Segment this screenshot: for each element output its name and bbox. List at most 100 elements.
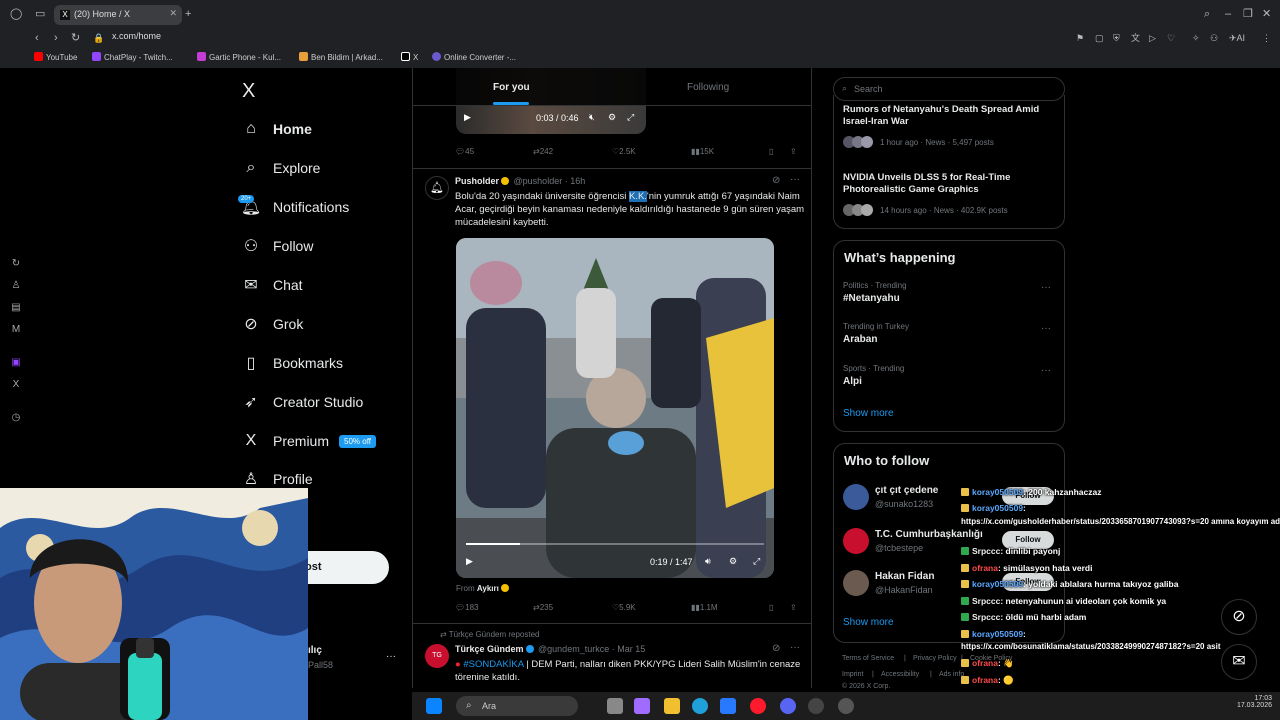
bookmark-gartic[interactable]: Gartic Phone - Kul... [197,52,281,62]
extensions-icon[interactable]: ✧ [1192,31,1200,45]
nav-premium[interactable]: X Premium 50% off [240,427,376,455]
account-icon[interactable]: ⚇ [1210,31,1218,45]
opera-icon[interactable] [750,698,766,714]
more-icon[interactable]: ··· [1041,282,1051,293]
nav-grok[interactable]: ⊘ Grok [240,310,303,338]
messages-fab-button[interactable]: ✉ [1221,644,1257,680]
taskbar-search[interactable]: ⌕ Ara [456,696,578,716]
trend-name[interactable]: #Netanyahu [843,293,900,304]
edge-icon[interactable] [692,698,708,714]
steam-icon[interactable] [838,698,854,714]
tweet-time[interactable]: · Mar 15 [612,644,646,654]
obs-icon[interactable] [808,698,824,714]
file-explorer-icon[interactable] [664,698,680,714]
trend-name[interactable]: Alpi [843,376,862,387]
repost-button[interactable]: ⇄ 242 [533,147,553,156]
author-name[interactable]: Türkçe Gündem [455,644,524,654]
settings-icon[interactable]: ⚙ [608,112,616,123]
nav-bookmarks[interactable]: ▯ Bookmarks [240,349,343,377]
avatar[interactable] [843,528,869,554]
back-icon[interactable]: ‹ [35,31,39,45]
hashtag-link[interactable]: #SONDAKİKA [463,659,523,670]
bookmark-benbildim[interactable]: Ben Bildim | Arkad... [299,52,383,62]
like-button[interactable]: ♡ 5.9K [612,603,636,612]
avatar[interactable] [843,484,869,510]
twitch-icon[interactable]: ▣ [10,357,22,369]
tab-for-you[interactable]: For you [493,82,530,93]
grok-fab-button[interactable]: ⊘ [1221,599,1257,635]
clock[interactable]: 17:03 17.03.2026 [1237,695,1272,709]
like-button[interactable]: ♡ 2.5K [612,147,636,156]
author-handle[interactable]: @pusholder [514,176,563,186]
share-icon[interactable]: ⇪ [790,603,797,612]
trend-name[interactable]: Araban [843,334,877,345]
nav-follow[interactable]: ⚇ Follow [240,232,314,260]
x-logo-icon[interactable]: X [10,379,22,391]
nav-home[interactable]: ⌂ Home [240,115,312,143]
play-icon[interactable]: ▶ [464,112,471,123]
fullscreen-icon[interactable]: ⤢ [753,556,760,567]
task-view-icon[interactable] [607,698,623,714]
pinboard-icon[interactable]: ▤ [10,302,22,314]
footer-link[interactable]: Terms of Service [842,655,894,662]
settings-icon[interactable]: ⚙ [729,556,737,567]
wtf-name[interactable]: Hakan Fidan [875,571,934,582]
heart-icon[interactable]: ♡ [1167,31,1175,45]
news-item-title[interactable]: NVIDIA Unveils DLSS 5 for Real-Time Phot… [843,172,1058,196]
ai-button[interactable]: ✈AI [1229,31,1245,45]
source-name[interactable]: Aykırı [477,584,499,593]
share-icon[interactable]: ⇪ [790,147,797,156]
tweet-video[interactable]: ▶ 0:19 / 1:47 🔊︎ ⚙ ⤢ [456,238,774,578]
reload-icon[interactable]: ↻ [71,31,80,45]
snapshot-icon[interactable]: ▢ [1095,31,1104,45]
show-more-link[interactable]: Show more [843,408,894,419]
author-name[interactable]: Pusholder [455,176,499,186]
close-window-icon[interactable]: ✕ [1262,7,1271,21]
footer-link[interactable]: Imprint [842,671,863,678]
copilot-icon[interactable] [634,698,650,714]
repost-button[interactable]: ⇄ 235 [533,603,553,612]
more-icon[interactable]: ··· [790,642,800,653]
search-tabs-icon[interactable]: ⌕ [1204,7,1210,21]
discord-icon[interactable] [780,698,796,714]
footer-link[interactable]: Accessibility [881,671,919,678]
clock-icon[interactable]: ◷ [10,412,22,424]
minimize-icon[interactable]: – [1225,7,1231,21]
more-icon[interactable]: ··· [1041,365,1051,376]
browser-tab[interactable]: X (20) Home / X ✕ [54,5,182,25]
bookmark-chatplay[interactable]: ChatPlay - Twitch... [92,52,173,62]
video-progress-track[interactable] [466,543,764,545]
aria-icon[interactable]: ♙ [10,280,22,292]
play-icon[interactable]: ▶ [466,556,473,567]
nav-chat[interactable]: ✉ Chat [240,271,302,299]
x-logo-icon[interactable]: X [242,80,255,103]
mute-icon[interactable]: 🔇︎ [589,112,595,123]
forward-icon[interactable]: › [54,31,58,45]
bookmark-icon[interactable]: ▯ [769,147,773,156]
wtf-name[interactable]: çıt çıt çedene [875,485,938,496]
store-icon[interactable] [720,698,736,714]
shield-icon[interactable]: ⛨ [1113,31,1120,45]
menu-icon[interactable]: ⋮ [1262,31,1271,45]
reply-button[interactable]: 💬︎ 45 [455,147,474,156]
wtf-name[interactable]: T.C. Cumhurbaşkanlığı [875,529,983,540]
author-handle[interactable]: @gundem_turkce [538,644,609,654]
turkce-gundem-avatar[interactable]: TG [425,644,449,668]
grok-icon[interactable]: ⊘ [772,643,780,654]
close-tab-icon[interactable]: ✕ [169,8,177,19]
account-name[interactable]: ılıç [308,645,322,656]
pusholder-avatar[interactable]: 🔔︎ [425,176,449,200]
url-field[interactable]: x.com/home [112,31,161,41]
more-icon[interactable]: ··· [1041,323,1051,334]
bookmark-x[interactable]: X [401,52,418,62]
volume-icon[interactable]: 🔊︎ [705,556,711,567]
maximize-icon[interactable]: ❐ [1243,7,1253,21]
history-icon[interactable]: ↻ [10,258,22,270]
windows-start-icon[interactable] [426,698,442,714]
pin-icon[interactable]: ⚑ [1076,31,1084,45]
play-icon[interactable]: ▷ [1149,31,1156,45]
news-item-title[interactable]: Rumors of Netanyahu's Death Spread Amid … [843,104,1058,128]
reply-button[interactable]: 💬︎ 183 [455,603,479,612]
bookmark-youtube[interactable]: YouTube [34,52,77,62]
nav-creator-studio[interactable]: ➶ Creator Studio [240,388,363,416]
